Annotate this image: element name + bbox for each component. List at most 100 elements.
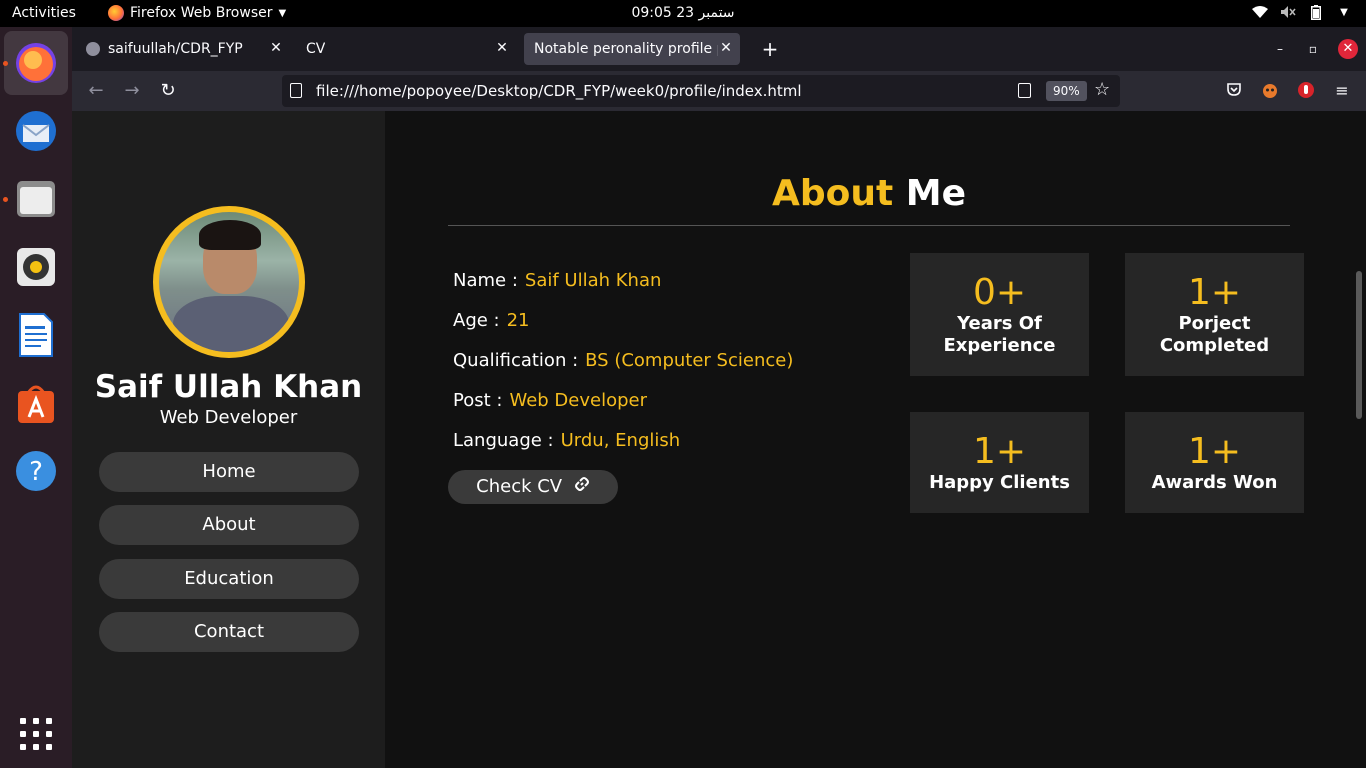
about-section: About Me Name : Saif Ullah Khan Age : 21 Q… [385, 111, 1366, 768]
tab-profile[interactable]: Notable peronality profile pa ✕ [524, 33, 740, 65]
stat-label: Happy Clients [929, 472, 1070, 493]
url-bar[interactable]: file:///home/popoyee/Desktop/CDR_FYP/wee… [282, 75, 1120, 107]
info-value: 21 [506, 310, 530, 331]
tab-cv[interactable]: CV ✕ [296, 33, 516, 65]
stat-label: Experience [943, 335, 1056, 356]
nav-home-button[interactable]: Home [99, 452, 359, 492]
system-top-bar: Activities Firefox Web Browser ▼ 09:05 2… [0, 0, 1366, 27]
firefox-icon [108, 5, 124, 21]
stat-experience: 0+ Years Of Experience [910, 253, 1089, 376]
tab-github[interactable]: saifuullah/CDR_FYP ✕ [76, 33, 290, 65]
profile-role: Web Developer [159, 407, 298, 428]
chevron-down-icon[interactable]: ▼ [1336, 4, 1352, 20]
files-icon [17, 181, 55, 217]
nav-about-button[interactable]: About [99, 505, 359, 545]
tab-title: saifuullah/CDR_FYP [108, 41, 243, 57]
new-tab-button[interactable]: + [758, 37, 782, 61]
clock[interactable]: 09:05 23 ستمبر [631, 5, 734, 21]
reader-view-icon[interactable] [1018, 83, 1031, 98]
extension-icon[interactable] [1260, 81, 1280, 101]
system-tray[interactable]: ▼ [1252, 4, 1352, 20]
info-label: Language : [453, 430, 554, 451]
tab-bar: saifuullah/CDR_FYP ✕ CV ✕ Notable perona… [72, 27, 1366, 71]
volume-muted-icon[interactable] [1280, 4, 1296, 20]
dock-rhythmbox[interactable] [4, 235, 68, 299]
stat-awards: 1+ Awards Won [1125, 412, 1304, 513]
pocket-icon[interactable] [1224, 81, 1244, 101]
info-post: Post : Web Developer [453, 390, 647, 411]
stat-label: Completed [1159, 335, 1270, 356]
svg-text:?: ? [29, 457, 43, 487]
info-value: BS (Computer Science) [585, 350, 794, 371]
show-applications-button[interactable] [20, 718, 52, 750]
page-title: About Me [448, 173, 1290, 214]
back-button[interactable]: ← [84, 79, 108, 103]
navigation-bar: ← → ↻ file:///home/popoyee/Desktop/CDR_F… [72, 71, 1366, 111]
profile-name: Saif Ullah Khan [94, 369, 363, 405]
dock-thunderbird[interactable] [4, 99, 68, 163]
title-rest: Me [905, 173, 966, 214]
stat-number: 1+ [972, 431, 1027, 472]
page-scrollbar[interactable] [1356, 271, 1362, 419]
stat-clients: 1+ Happy Clients [910, 412, 1089, 513]
firefox-icon [16, 43, 56, 83]
info-label: Qualification : [453, 350, 579, 371]
stat-number: 1+ [1187, 431, 1242, 472]
profile-sidebar: Saif Ullah Khan Web Developer Home About… [72, 111, 385, 768]
close-tab-icon[interactable]: ✕ [718, 40, 734, 56]
url-text[interactable]: file:///home/popoyee/Desktop/CDR_FYP/wee… [316, 82, 802, 100]
dock-software[interactable] [4, 371, 68, 435]
tab-title: Notable peronality profile pa [534, 41, 718, 57]
nav-education-button[interactable]: Education [99, 559, 359, 599]
adblock-icon[interactable] [1296, 81, 1316, 101]
software-center-icon [18, 385, 54, 423]
dock-firefox[interactable] [4, 31, 68, 95]
title-accent: About [772, 173, 894, 214]
nav-contact-button[interactable]: Contact [99, 612, 359, 652]
forward-button[interactable]: → [120, 79, 144, 103]
app-menu-label: Firefox Web Browser [130, 5, 273, 21]
dock-help[interactable]: ? [4, 439, 68, 503]
info-label: Age : [453, 310, 500, 331]
reload-button[interactable]: ↻ [156, 79, 180, 103]
close-tab-icon[interactable]: ✕ [494, 40, 510, 56]
dock-files[interactable] [4, 167, 68, 231]
github-icon [86, 42, 100, 56]
battery-icon[interactable] [1308, 4, 1324, 20]
web-page: Saif Ullah Khan Web Developer Home About… [72, 111, 1366, 768]
info-label: Name : [453, 270, 518, 291]
dock: ? [0, 27, 72, 768]
info-qualification: Qualification : BS (Computer Science) [453, 350, 793, 371]
minimize-button[interactable]: – [1270, 39, 1290, 59]
check-cv-label: Check CV [476, 476, 563, 497]
zoom-level[interactable]: 90% [1046, 81, 1087, 101]
app-menu[interactable]: Firefox Web Browser ▼ [108, 5, 286, 21]
running-indicator [3, 197, 8, 202]
activities-button[interactable]: Activities [12, 5, 76, 21]
chevron-down-icon: ▼ [278, 7, 287, 19]
running-indicator [3, 61, 8, 66]
info-label: Post : [453, 390, 503, 411]
bookmark-star-icon[interactable]: ☆ [1094, 79, 1110, 100]
check-cv-button[interactable]: Check CV [448, 470, 618, 504]
close-tab-icon[interactable]: ✕ [268, 40, 284, 56]
wifi-icon[interactable] [1252, 4, 1268, 20]
thunderbird-icon [16, 111, 56, 151]
menu-icon[interactable]: ≡ [1332, 81, 1352, 101]
page-icon [290, 83, 302, 98]
writer-icon [19, 313, 53, 357]
stat-label: Years Of [957, 313, 1042, 334]
dock-writer[interactable] [4, 303, 68, 367]
stat-number: 0+ [972, 272, 1027, 313]
maximize-button[interactable]: ▫ [1303, 39, 1323, 59]
divider [448, 225, 1290, 226]
close-window-button[interactable]: ✕ [1338, 39, 1358, 59]
stat-number: 1+ [1187, 272, 1242, 313]
info-value: Web Developer [509, 390, 647, 411]
info-name: Name : Saif Ullah Khan [453, 270, 661, 291]
tab-title: CV [306, 41, 326, 57]
help-icon: ? [16, 451, 56, 491]
rhythmbox-icon [17, 248, 55, 286]
info-value: Urdu, English [560, 430, 681, 451]
stat-label: Awards Won [1151, 472, 1278, 493]
